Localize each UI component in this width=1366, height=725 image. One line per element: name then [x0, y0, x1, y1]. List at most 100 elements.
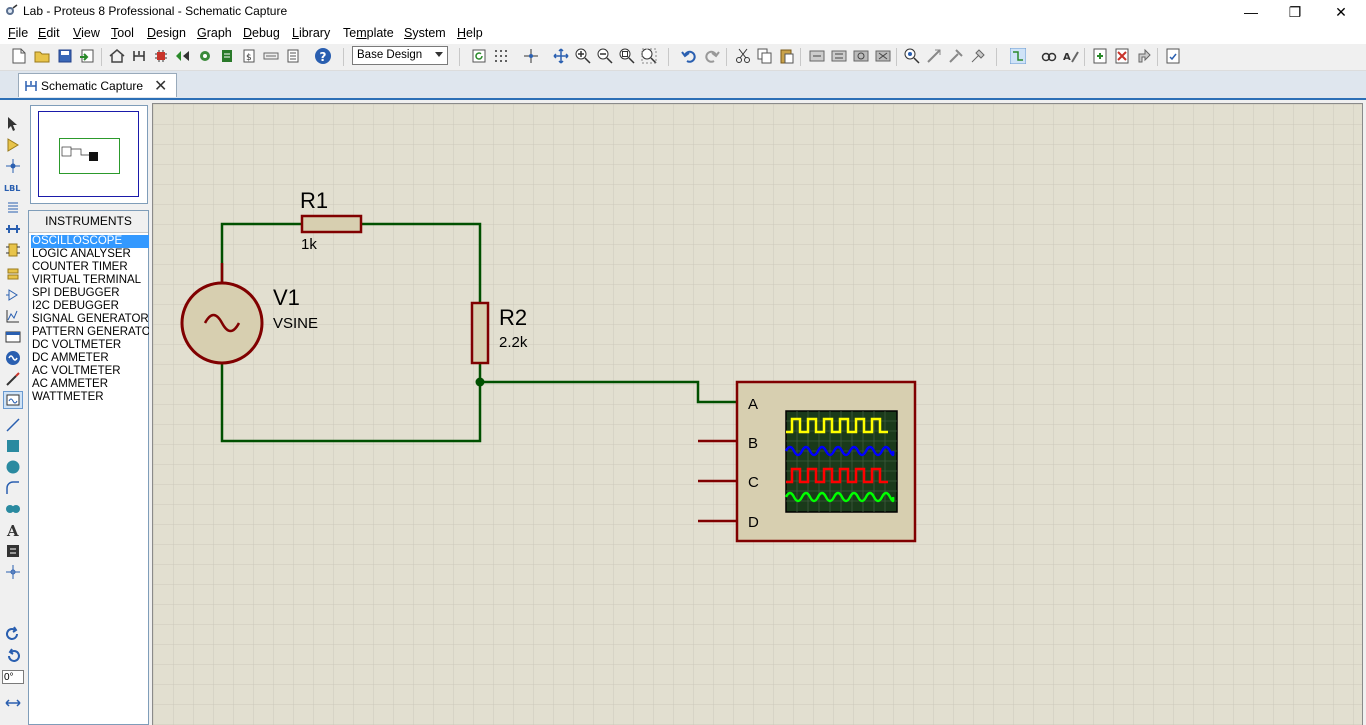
menu-system[interactable]: System: [404, 26, 446, 40]
subcircuit-mode-icon[interactable]: [3, 241, 23, 259]
menu-library[interactable]: Library: [292, 26, 330, 40]
instrument-item-signal-generator[interactable]: SIGNAL GENERATOR: [31, 313, 149, 326]
active-popup-mode-icon[interactable]: [3, 328, 23, 346]
instrument-item-spi-debugger[interactable]: SPI DEBUGGER: [31, 287, 149, 300]
search-tag-icon[interactable]: [1040, 47, 1058, 65]
menu-tool[interactable]: Tool: [111, 26, 134, 40]
zoom-out-icon[interactable]: [596, 47, 614, 65]
maximize-button[interactable]: ❐: [1272, 0, 1318, 24]
menu-file[interactable]: File: [8, 26, 28, 40]
selection-mode-icon[interactable]: [3, 115, 23, 133]
menu-graph[interactable]: Graph: [197, 26, 232, 40]
rotate-clockwise-icon[interactable]: [3, 625, 23, 643]
device-pins-mode-icon[interactable]: [3, 286, 23, 304]
component-mode-icon[interactable]: [3, 136, 23, 154]
save-icon[interactable]: [56, 47, 74, 65]
block-delete-icon[interactable]: [874, 47, 892, 65]
remove-sheet-icon[interactable]: [1113, 47, 1131, 65]
exit-to-parent-icon[interactable]: [1135, 47, 1153, 65]
rotation-angle-input[interactable]: 0°: [2, 670, 24, 684]
block-rotate-icon[interactable]: [852, 47, 870, 65]
instrument-item-ac-voltmeter[interactable]: AC VOLTMETER: [31, 365, 149, 378]
line-mode-icon[interactable]: [3, 416, 23, 434]
tab-schematic-capture[interactable]: Schematic Capture ✕: [18, 73, 177, 97]
netlist-icon[interactable]: [262, 47, 280, 65]
notes-icon[interactable]: [284, 47, 302, 65]
gerber-viewer-icon[interactable]: [174, 47, 192, 65]
menu-edit[interactable]: Edit: [38, 26, 60, 40]
pcb-layout-icon[interactable]: [152, 47, 170, 65]
zoom-in-icon[interactable]: [574, 47, 592, 65]
generator-mode-icon[interactable]: [3, 349, 23, 367]
false-origin-icon[interactable]: [522, 47, 540, 65]
new-file-icon[interactable]: [10, 47, 28, 65]
marker-mode-icon[interactable]: [3, 563, 23, 581]
open-folder-icon[interactable]: [33, 47, 51, 65]
paste-icon[interactable]: [778, 47, 796, 65]
wire-autorouter-icon[interactable]: [1009, 47, 1027, 65]
terminals-mode-icon[interactable]: [3, 265, 23, 283]
junction-dot[interactable]: [475, 377, 485, 387]
copy-icon[interactable]: [756, 47, 774, 65]
instrument-item-oscilloscope[interactable]: OSCILLOSCOPE: [31, 235, 149, 248]
design-rule-check-icon[interactable]: [1164, 47, 1182, 65]
help-icon[interactable]: ?: [314, 47, 332, 65]
menu-template[interactable]: Template: [343, 26, 394, 40]
instrument-item-ac-ammeter[interactable]: AC AMMETER: [31, 378, 149, 391]
close-window-button[interactable]: ✕: [1318, 0, 1364, 24]
block-copy-icon[interactable]: [808, 47, 826, 65]
import-icon[interactable]: [78, 47, 96, 65]
zoom-all-icon[interactable]: [618, 47, 636, 65]
tab-close-button[interactable]: ✕: [154, 76, 167, 96]
text-mode-icon[interactable]: A: [3, 521, 23, 539]
menu-design[interactable]: Design: [147, 26, 186, 40]
refresh-icon[interactable]: [470, 47, 488, 65]
home-icon[interactable]: [108, 47, 126, 65]
mirror-horizontal-icon[interactable]: [3, 694, 23, 712]
rotate-anticlockwise-icon[interactable]: [3, 647, 23, 665]
instrument-item-counter-timer[interactable]: COUNTER TIMER: [31, 261, 149, 274]
graph-mode-icon[interactable]: [3, 307, 23, 325]
block-move-icon[interactable]: [830, 47, 848, 65]
text-script-mode-icon[interactable]: [3, 199, 23, 217]
design-explorer-icon[interactable]: $: [240, 47, 258, 65]
menu-debug[interactable]: Debug: [243, 26, 280, 40]
circle-mode-icon[interactable]: [3, 458, 23, 476]
overview-window[interactable]: [30, 105, 148, 204]
instrument-item-dc-voltmeter[interactable]: DC VOLTMETER: [31, 339, 149, 352]
arc-mode-icon[interactable]: [3, 479, 23, 497]
design-variant-select[interactable]: Base Design: [352, 46, 448, 65]
instrument-item-pattern-generator[interactable]: PATTERN GENERATO: [31, 326, 149, 339]
zoom-area-icon[interactable]: [640, 47, 658, 65]
bom-icon[interactable]: [218, 47, 236, 65]
instrument-item-virtual-terminal[interactable]: VIRTUAL TERMINAL: [31, 274, 149, 287]
symbol-mode-icon[interactable]: [3, 542, 23, 560]
instrument-item-i2c-debugger[interactable]: I2C DEBUGGER: [31, 300, 149, 313]
junction-dot-mode-icon[interactable]: [3, 157, 23, 175]
pan-icon[interactable]: [552, 47, 570, 65]
schematic-icon[interactable]: [130, 47, 148, 65]
pick-device-icon[interactable]: [903, 47, 921, 65]
menu-help[interactable]: Help: [457, 26, 483, 40]
instrument-item-wattmeter[interactable]: WATTMETER: [31, 391, 149, 404]
redo-icon[interactable]: [703, 47, 721, 65]
cut-icon[interactable]: [734, 47, 752, 65]
packaging-tool-icon[interactable]: [947, 47, 965, 65]
virtual-instruments-mode-icon[interactable]: [3, 391, 23, 409]
instrument-item-logic-analyser[interactable]: LOGIC ANALYSER: [31, 248, 149, 261]
schematic-canvas[interactable]: R1 1k R2 2.2k V1 VSINE A B C D: [153, 104, 1362, 725]
menu-view[interactable]: View: [73, 26, 100, 40]
new-sheet-icon[interactable]: [1091, 47, 1109, 65]
wire-label-mode-icon[interactable]: LBL: [3, 178, 23, 196]
toggle-grid-icon[interactable]: [492, 47, 510, 65]
minimize-button[interactable]: —: [1228, 0, 1274, 24]
instrument-item-dc-ammeter[interactable]: DC AMMETER: [31, 352, 149, 365]
3d-visualizer-icon[interactable]: [196, 47, 214, 65]
buses-mode-icon[interactable]: [3, 220, 23, 238]
property-assignment-icon[interactable]: A: [1062, 47, 1080, 65]
make-device-icon[interactable]: [925, 47, 943, 65]
undo-icon[interactable]: [680, 47, 698, 65]
path-mode-icon[interactable]: [3, 500, 23, 518]
box-mode-icon[interactable]: [3, 437, 23, 455]
probe-mode-icon[interactable]: [3, 370, 23, 388]
